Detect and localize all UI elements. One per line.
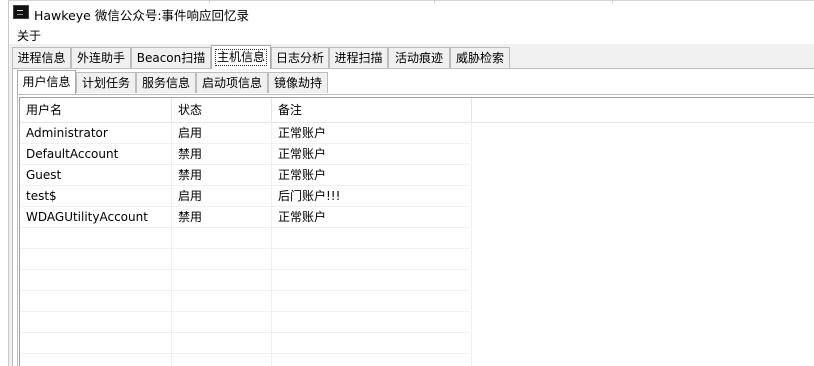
tab-startup-info[interactable]: 启动项信息 bbox=[196, 72, 268, 93]
cell-remark: 正常账户 bbox=[278, 126, 327, 140]
cell-username: Administrator bbox=[26, 126, 108, 140]
title-bar-notch bbox=[209, 0, 210, 3]
empty-row bbox=[20, 249, 470, 270]
tab-activity-traces[interactable]: 活动痕迹 bbox=[388, 47, 450, 68]
tab-threat-search[interactable]: 威胁检索 bbox=[450, 47, 510, 68]
table-row[interactable]: test$ 启用 后门账户!!! bbox=[20, 186, 470, 207]
tab-focus-rect bbox=[215, 49, 267, 66]
cell-remark: 正常账户 bbox=[278, 168, 327, 182]
tab-beacon-scan[interactable]: Beacon扫描 bbox=[131, 47, 211, 68]
cell-status: 禁用 bbox=[178, 210, 203, 224]
tab-label: 计划任务 bbox=[81, 76, 130, 90]
tab-label: 威胁检索 bbox=[455, 51, 504, 65]
table-row[interactable]: WDAGUtilityAccount 禁用 正常账户 bbox=[20, 207, 470, 228]
tab-label: 外连助手 bbox=[76, 51, 125, 65]
tab-host-info[interactable]: 主机信息 bbox=[211, 45, 271, 69]
title-bar-top-line bbox=[9, 0, 814, 1]
cell-username: WDAGUtilityAccount bbox=[26, 210, 148, 224]
cell-username: Guest bbox=[26, 168, 62, 182]
window-title: Hawkeye 微信公众号:事件响应回忆录 bbox=[34, 8, 250, 23]
cell-remark: 正常账户 bbox=[278, 147, 327, 161]
table-row[interactable]: DefaultAccount 禁用 正常账户 bbox=[20, 144, 470, 165]
tab-label: Beacon扫描 bbox=[136, 51, 206, 65]
tab-log-analysis[interactable]: 日志分析 bbox=[271, 47, 329, 68]
menu-bar: 关于 bbox=[9, 26, 814, 44]
empty-row bbox=[20, 312, 470, 333]
title-bar-notch bbox=[612, 0, 613, 3]
empty-row bbox=[20, 270, 470, 291]
column-header-username[interactable]: 用户名 bbox=[20, 98, 172, 122]
tab-image-hijack[interactable]: 镜像劫持 bbox=[268, 72, 328, 93]
tab-label: 进程信息 bbox=[17, 51, 66, 65]
tab-label: 启动项信息 bbox=[201, 76, 262, 90]
window-left-edge bbox=[0, 0, 9, 366]
list-header: 用户名 状态 备注 bbox=[20, 98, 814, 123]
empty-row bbox=[20, 228, 470, 249]
column-header-remark[interactable]: 备注 bbox=[272, 98, 472, 122]
cell-remark: 正常账户 bbox=[278, 210, 327, 224]
cell-status: 禁用 bbox=[178, 147, 203, 161]
tab-label: 用户信息 bbox=[22, 75, 71, 89]
table-row[interactable]: Guest 禁用 正常账户 bbox=[20, 165, 470, 186]
app-icon bbox=[13, 5, 29, 19]
tab-outbound-helper[interactable]: 外连助手 bbox=[71, 47, 131, 68]
tab-service-info[interactable]: 服务信息 bbox=[136, 72, 196, 93]
cell-username: DefaultAccount bbox=[26, 147, 119, 161]
tab-scheduled-tasks[interactable]: 计划任务 bbox=[76, 72, 136, 93]
cell-username: test$ bbox=[26, 189, 57, 203]
tab-label: 镜像劫持 bbox=[273, 76, 322, 90]
title-bar-notch bbox=[434, 0, 435, 3]
cell-remark: 后门账户!!! bbox=[278, 189, 341, 203]
cell-status: 启用 bbox=[178, 189, 203, 203]
tab-label: 活动痕迹 bbox=[394, 51, 443, 65]
table-row[interactable]: Administrator 启用 正常账户 bbox=[20, 123, 470, 144]
empty-row bbox=[20, 291, 470, 312]
title-bar: Hawkeye 微信公众号:事件响应回忆录 bbox=[9, 0, 814, 26]
cell-status: 启用 bbox=[178, 126, 203, 140]
tab-process-scan[interactable]: 进程扫描 bbox=[329, 47, 388, 68]
tab-label: 日志分析 bbox=[275, 51, 324, 65]
cell-status: 禁用 bbox=[178, 168, 203, 182]
empty-row bbox=[20, 333, 470, 354]
tab-label: 服务信息 bbox=[141, 76, 190, 90]
user-list-view[interactable]: 用户名 状态 备注 Administrator 启用 正常账户 DefaultA… bbox=[19, 97, 814, 366]
tab-user-info[interactable]: 用户信息 bbox=[17, 70, 76, 94]
tab-label: 进程扫描 bbox=[334, 51, 383, 65]
app-window: Hawkeye 微信公众号:事件响应回忆录 关于 进程信息 外连助手 Beaco… bbox=[0, 0, 814, 366]
column-header-status[interactable]: 状态 bbox=[172, 98, 272, 122]
menu-item-about[interactable]: 关于 bbox=[15, 27, 43, 44]
empty-row bbox=[20, 354, 470, 366]
tab-process-info[interactable]: 进程信息 bbox=[12, 47, 71, 68]
